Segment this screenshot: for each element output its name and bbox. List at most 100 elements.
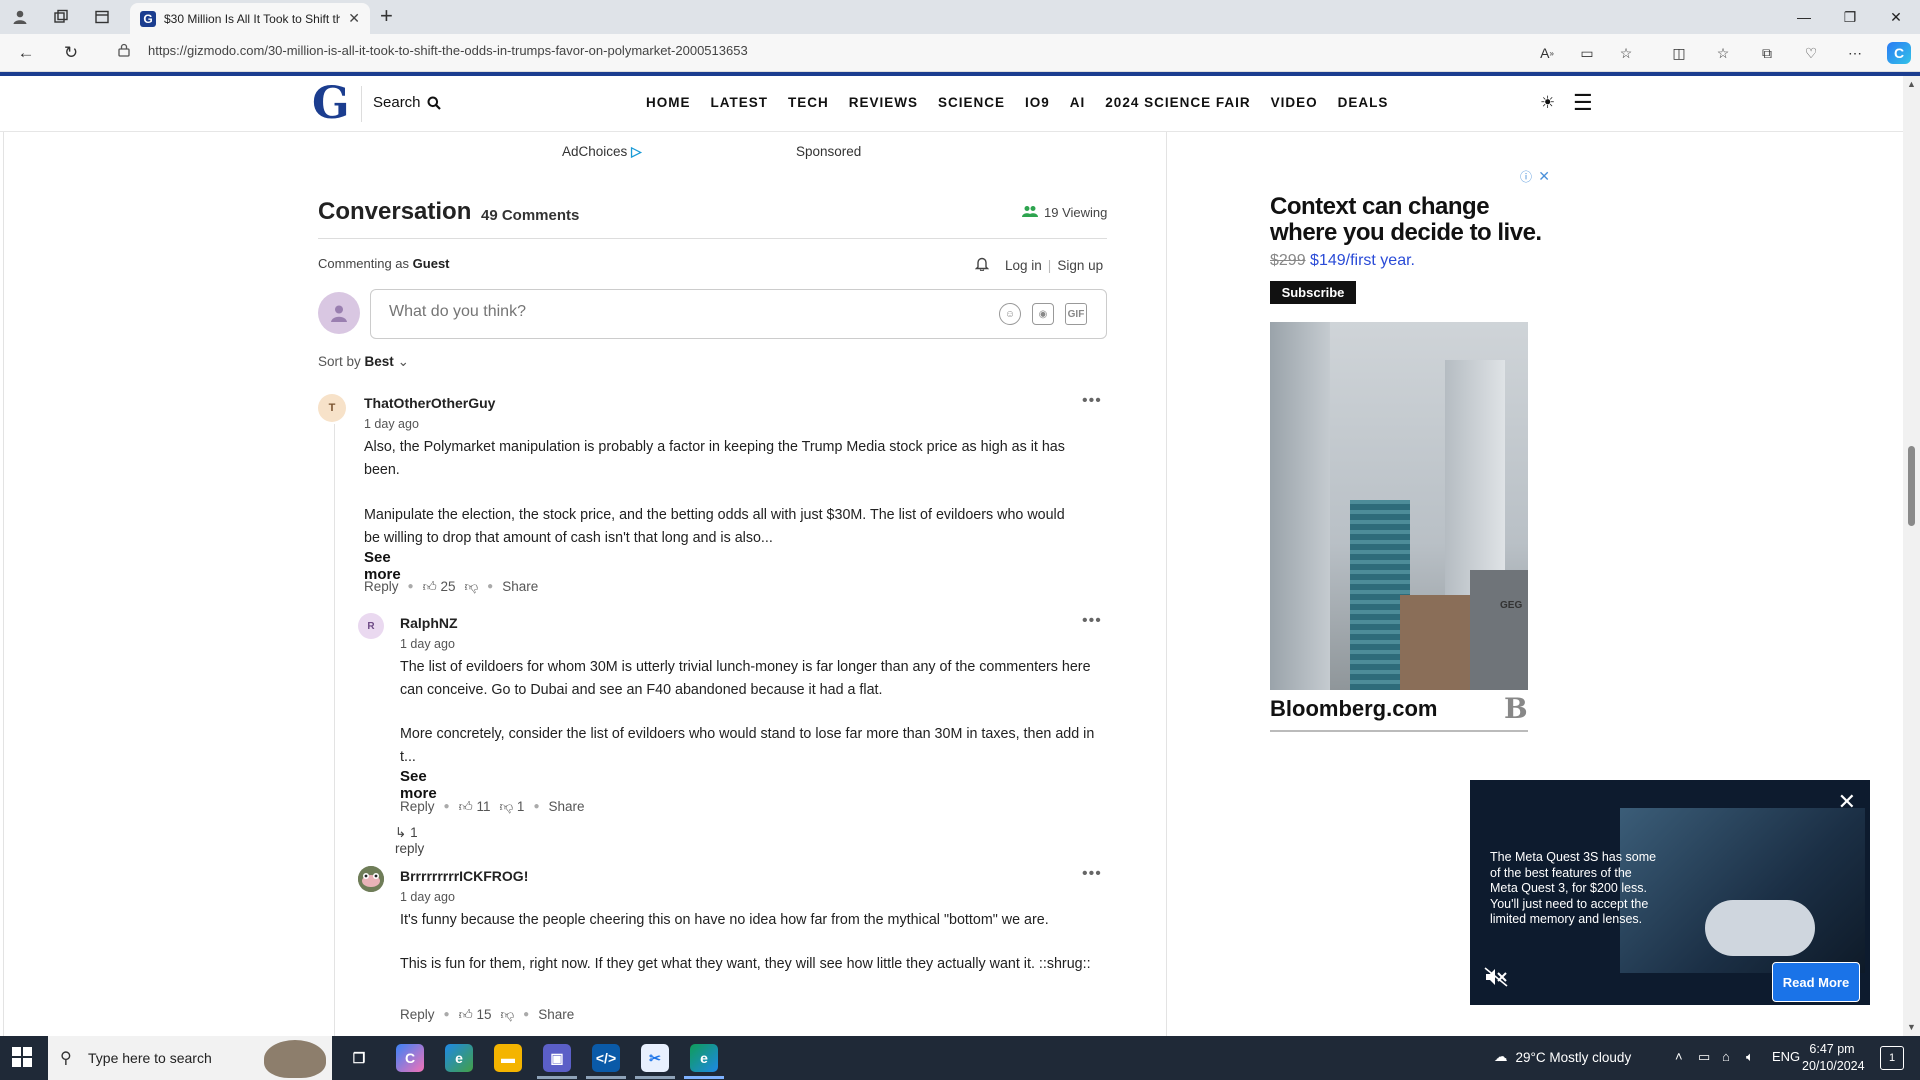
like-button[interactable]: 👍︎ 15 bbox=[459, 1006, 492, 1023]
ad-subscribe-button[interactable]: Subscribe bbox=[1270, 281, 1356, 304]
file-explorer-icon[interactable]: ▬ bbox=[494, 1044, 522, 1072]
ad-info-icon[interactable]: ⓘ bbox=[1520, 168, 1532, 185]
favorites-icon[interactable]: ☆ bbox=[1711, 42, 1735, 64]
comment-author[interactable]: RalphNZ bbox=[400, 615, 458, 631]
comment-options-icon[interactable]: ••• bbox=[1082, 612, 1102, 630]
collections-icon[interactable]: ⧉ bbox=[1755, 42, 1779, 64]
more-options-icon[interactable]: ⋯ bbox=[1843, 42, 1867, 64]
site-header: G Search HOME LATEST TECH REVIEWS SCIENC… bbox=[0, 76, 1903, 132]
vscode-icon[interactable]: </> bbox=[592, 1044, 620, 1072]
comment-author[interactable]: BrrrrrrrrrICKFROG! bbox=[400, 868, 528, 884]
mute-icon[interactable] bbox=[1484, 967, 1508, 993]
avatar[interactable] bbox=[358, 866, 384, 892]
scroll-thumb[interactable] bbox=[1908, 446, 1915, 526]
new-tab-icon[interactable]: + bbox=[380, 5, 393, 27]
adchoices-link[interactable]: AdChoices ▷ bbox=[562, 144, 641, 160]
minimize-icon[interactable]: — bbox=[1781, 0, 1827, 34]
nav-io9[interactable]: IO9 bbox=[1025, 95, 1050, 110]
profile-icon[interactable] bbox=[8, 6, 32, 28]
taskbar-search-box[interactable]: ⚲ Type here to search bbox=[48, 1036, 332, 1080]
favorite-star-icon[interactable]: ☆ bbox=[1614, 42, 1638, 64]
browser-essentials-icon[interactable]: ♡ bbox=[1799, 42, 1823, 64]
nav-video[interactable]: VIDEO bbox=[1271, 95, 1318, 110]
workspaces-icon[interactable] bbox=[49, 6, 73, 28]
reply-button[interactable]: Reply bbox=[364, 579, 399, 594]
scroll-down-icon[interactable]: ▼ bbox=[1907, 1022, 1916, 1032]
bloomberg-ad[interactable]: ⓘ ✕ Context can change where you decide … bbox=[1250, 168, 1550, 748]
share-button[interactable]: Share bbox=[502, 579, 538, 594]
share-button[interactable]: Share bbox=[538, 1007, 574, 1022]
notification-bell-icon[interactable] bbox=[974, 256, 990, 274]
restore-icon[interactable]: ❐ bbox=[1827, 0, 1873, 34]
comment-options-icon[interactable]: ••• bbox=[1082, 865, 1102, 883]
search-button[interactable]: Search bbox=[373, 94, 441, 111]
copilot-icon[interactable]: C bbox=[1887, 42, 1911, 64]
copilot-taskbar-icon[interactable]: C bbox=[396, 1044, 424, 1072]
comment-input-box[interactable]: ☺ ◉ GIF bbox=[370, 289, 1107, 339]
share-button[interactable]: Share bbox=[548, 799, 584, 814]
like-button[interactable]: 👍︎ 25 bbox=[423, 578, 456, 595]
login-link[interactable]: Log in bbox=[1005, 258, 1042, 273]
snipping-tool-icon[interactable]: ✂ bbox=[641, 1044, 669, 1072]
gizmodo-logo[interactable]: G bbox=[312, 82, 352, 126]
like-button[interactable]: 👍︎ 11 bbox=[459, 798, 491, 815]
gif-icon[interactable]: GIF bbox=[1065, 303, 1087, 325]
language-indicator[interactable]: ENG bbox=[1772, 1049, 1800, 1064]
read-aloud-icon[interactable]: A» bbox=[1535, 42, 1559, 64]
nav-ai[interactable]: AI bbox=[1070, 95, 1086, 110]
avatar[interactable]: R bbox=[358, 613, 384, 639]
theme-toggle-icon[interactable]: ☀ bbox=[1540, 93, 1555, 113]
scroll-up-icon[interactable]: ▲ bbox=[1907, 79, 1916, 89]
back-icon[interactable]: ← bbox=[14, 42, 38, 64]
nav-tech[interactable]: TECH bbox=[788, 95, 829, 110]
network-icon[interactable]: ⌂ bbox=[1722, 1049, 1730, 1064]
emoji-icon[interactable]: ☺ bbox=[999, 303, 1021, 325]
lock-icon[interactable] bbox=[118, 43, 130, 60]
refresh-icon[interactable]: ↻ bbox=[59, 42, 83, 64]
show-replies-link[interactable]: ↳ 1 reply bbox=[395, 825, 424, 856]
comment-options-icon[interactable]: ••• bbox=[1082, 392, 1102, 410]
nav-deals[interactable]: DEALS bbox=[1338, 95, 1389, 110]
tab-article[interactable]: G $30 Million Is All It Took to Shift th… bbox=[130, 3, 370, 34]
page-scrollbar[interactable]: ▲ ▼ bbox=[1903, 76, 1920, 1036]
avatar[interactable]: T bbox=[318, 394, 346, 422]
video-close-icon[interactable]: ✕ bbox=[1838, 791, 1856, 813]
edge-taskbar-icon[interactable]: e bbox=[445, 1044, 473, 1072]
tab-close-icon[interactable]: ✕ bbox=[348, 10, 360, 27]
floating-video-player[interactable]: ✕ The Meta Quest 3S has some of the best… bbox=[1470, 780, 1870, 1005]
notification-center-icon[interactable]: 1 bbox=[1880, 1046, 1904, 1070]
signup-link[interactable]: Sign up bbox=[1057, 258, 1103, 273]
dislike-button[interactable]: 👎︎ bbox=[464, 578, 478, 595]
weather-widget[interactable]: ☁ 29°C Mostly cloudy bbox=[1494, 1049, 1631, 1065]
task-view-icon[interactable]: ❐ bbox=[345, 1044, 373, 1072]
ad-close-icon[interactable]: ✕ bbox=[1538, 168, 1550, 185]
reply-button[interactable]: Reply bbox=[400, 1007, 435, 1022]
split-screen-icon[interactable]: ◫ bbox=[1667, 42, 1691, 64]
nav-latest[interactable]: LATEST bbox=[711, 95, 769, 110]
address-bar-url[interactable]: https://gizmodo.com/30-million-is-all-it… bbox=[148, 43, 748, 58]
dislike-button[interactable]: 👎︎ bbox=[500, 1006, 514, 1023]
meet-now-icon[interactable]: ▭ bbox=[1698, 1049, 1710, 1065]
dislike-button[interactable]: 👎︎ 1 bbox=[499, 798, 524, 815]
camera-icon[interactable]: ◉ bbox=[1032, 303, 1054, 325]
read-more-button[interactable]: Read More bbox=[1772, 962, 1860, 1002]
edge-active-icon[interactable]: e bbox=[690, 1044, 718, 1072]
comment-input[interactable] bbox=[389, 303, 949, 321]
see-more-link[interactable]: See more bbox=[400, 768, 437, 802]
comment-author[interactable]: ThatOtherOtherGuy bbox=[364, 395, 495, 411]
windows-start-icon[interactable] bbox=[12, 1047, 32, 1073]
volume-muted-icon[interactable]: 🔈︎ bbox=[1746, 1049, 1754, 1065]
hamburger-menu-icon[interactable]: ☰ bbox=[1573, 90, 1593, 116]
show-hidden-icons-icon[interactable]: ˄ bbox=[1675, 1049, 1683, 1064]
close-window-icon[interactable]: ✕ bbox=[1873, 0, 1919, 34]
immersive-reader-icon[interactable]: ▭ bbox=[1575, 42, 1599, 64]
sort-control[interactable]: Sort by Best ⌄ bbox=[318, 354, 409, 370]
nav-science[interactable]: SCIENCE bbox=[938, 95, 1005, 110]
photos-app-icon[interactable]: ▣ bbox=[543, 1044, 571, 1072]
system-clock[interactable]: 6:47 pm 20/10/2024 bbox=[1802, 1041, 1865, 1075]
nav-reviews[interactable]: REVIEWS bbox=[849, 95, 918, 110]
nav-science-fair[interactable]: 2024 SCIENCE FAIR bbox=[1105, 95, 1250, 110]
reply-button[interactable]: Reply bbox=[400, 799, 435, 814]
nav-home[interactable]: HOME bbox=[646, 95, 691, 110]
tab-actions-icon[interactable] bbox=[90, 6, 114, 28]
